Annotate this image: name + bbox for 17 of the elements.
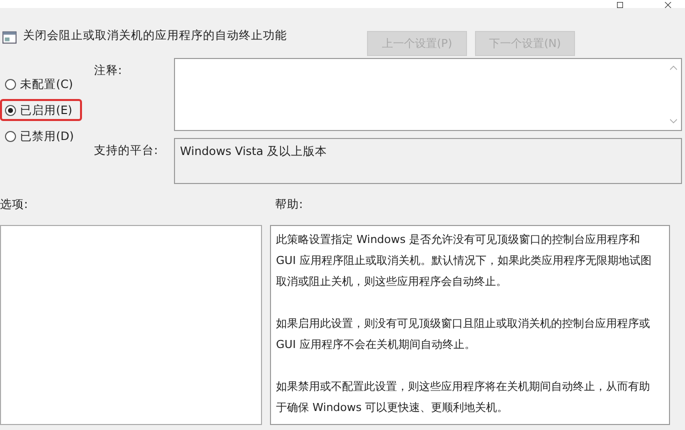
- scroll-up-icon[interactable]: [670, 65, 677, 70]
- scroll-down-icon[interactable]: [670, 119, 677, 124]
- comment-label: 注释:: [93, 62, 123, 78]
- help-label: 帮助:: [275, 197, 303, 212]
- help-paragraph: 此策略设置指定 Windows 是否允许没有可见顶级窗口的控制台应用程序和 GUI 应用程序阻止或取消关机。默认情况下，如果此类应用程序无限期地试图取消或阻止关机，则这些应用程序会自动终止。: [276, 232, 652, 290]
- help-paragraph: 如果禁用或不配置此设置，则这些应用程序将在关机期间自动终止，从而有助于确保 Windows 可以更快速、更顺利地关机。: [276, 379, 651, 416]
- maximize-icon[interactable]: [615, 2, 625, 8]
- platform-field: Windows Vista 及以上版本: [174, 138, 682, 184]
- policy-title: 关闭会阻止或取消关机的应用程序的自动终止功能: [23, 28, 288, 43]
- help-paragraph: 如果启用此设置，则没有可见顶级窗口且阻止或取消关机的控制台应用程序或 GUI 应用程序不会在关机期间自动终止。: [276, 316, 651, 353]
- options-label: 选项:: [0, 197, 29, 212]
- radio-option[interactable]: 已启用(E): [0, 99, 82, 121]
- close-icon[interactable]: [663, 2, 673, 8]
- policy-icon: [2, 30, 17, 45]
- radio-option[interactable]: 已禁用(D): [0, 125, 82, 147]
- radio-option[interactable]: 未配置(C): [0, 73, 82, 95]
- platform-label: 支持的平台:: [93, 142, 159, 158]
